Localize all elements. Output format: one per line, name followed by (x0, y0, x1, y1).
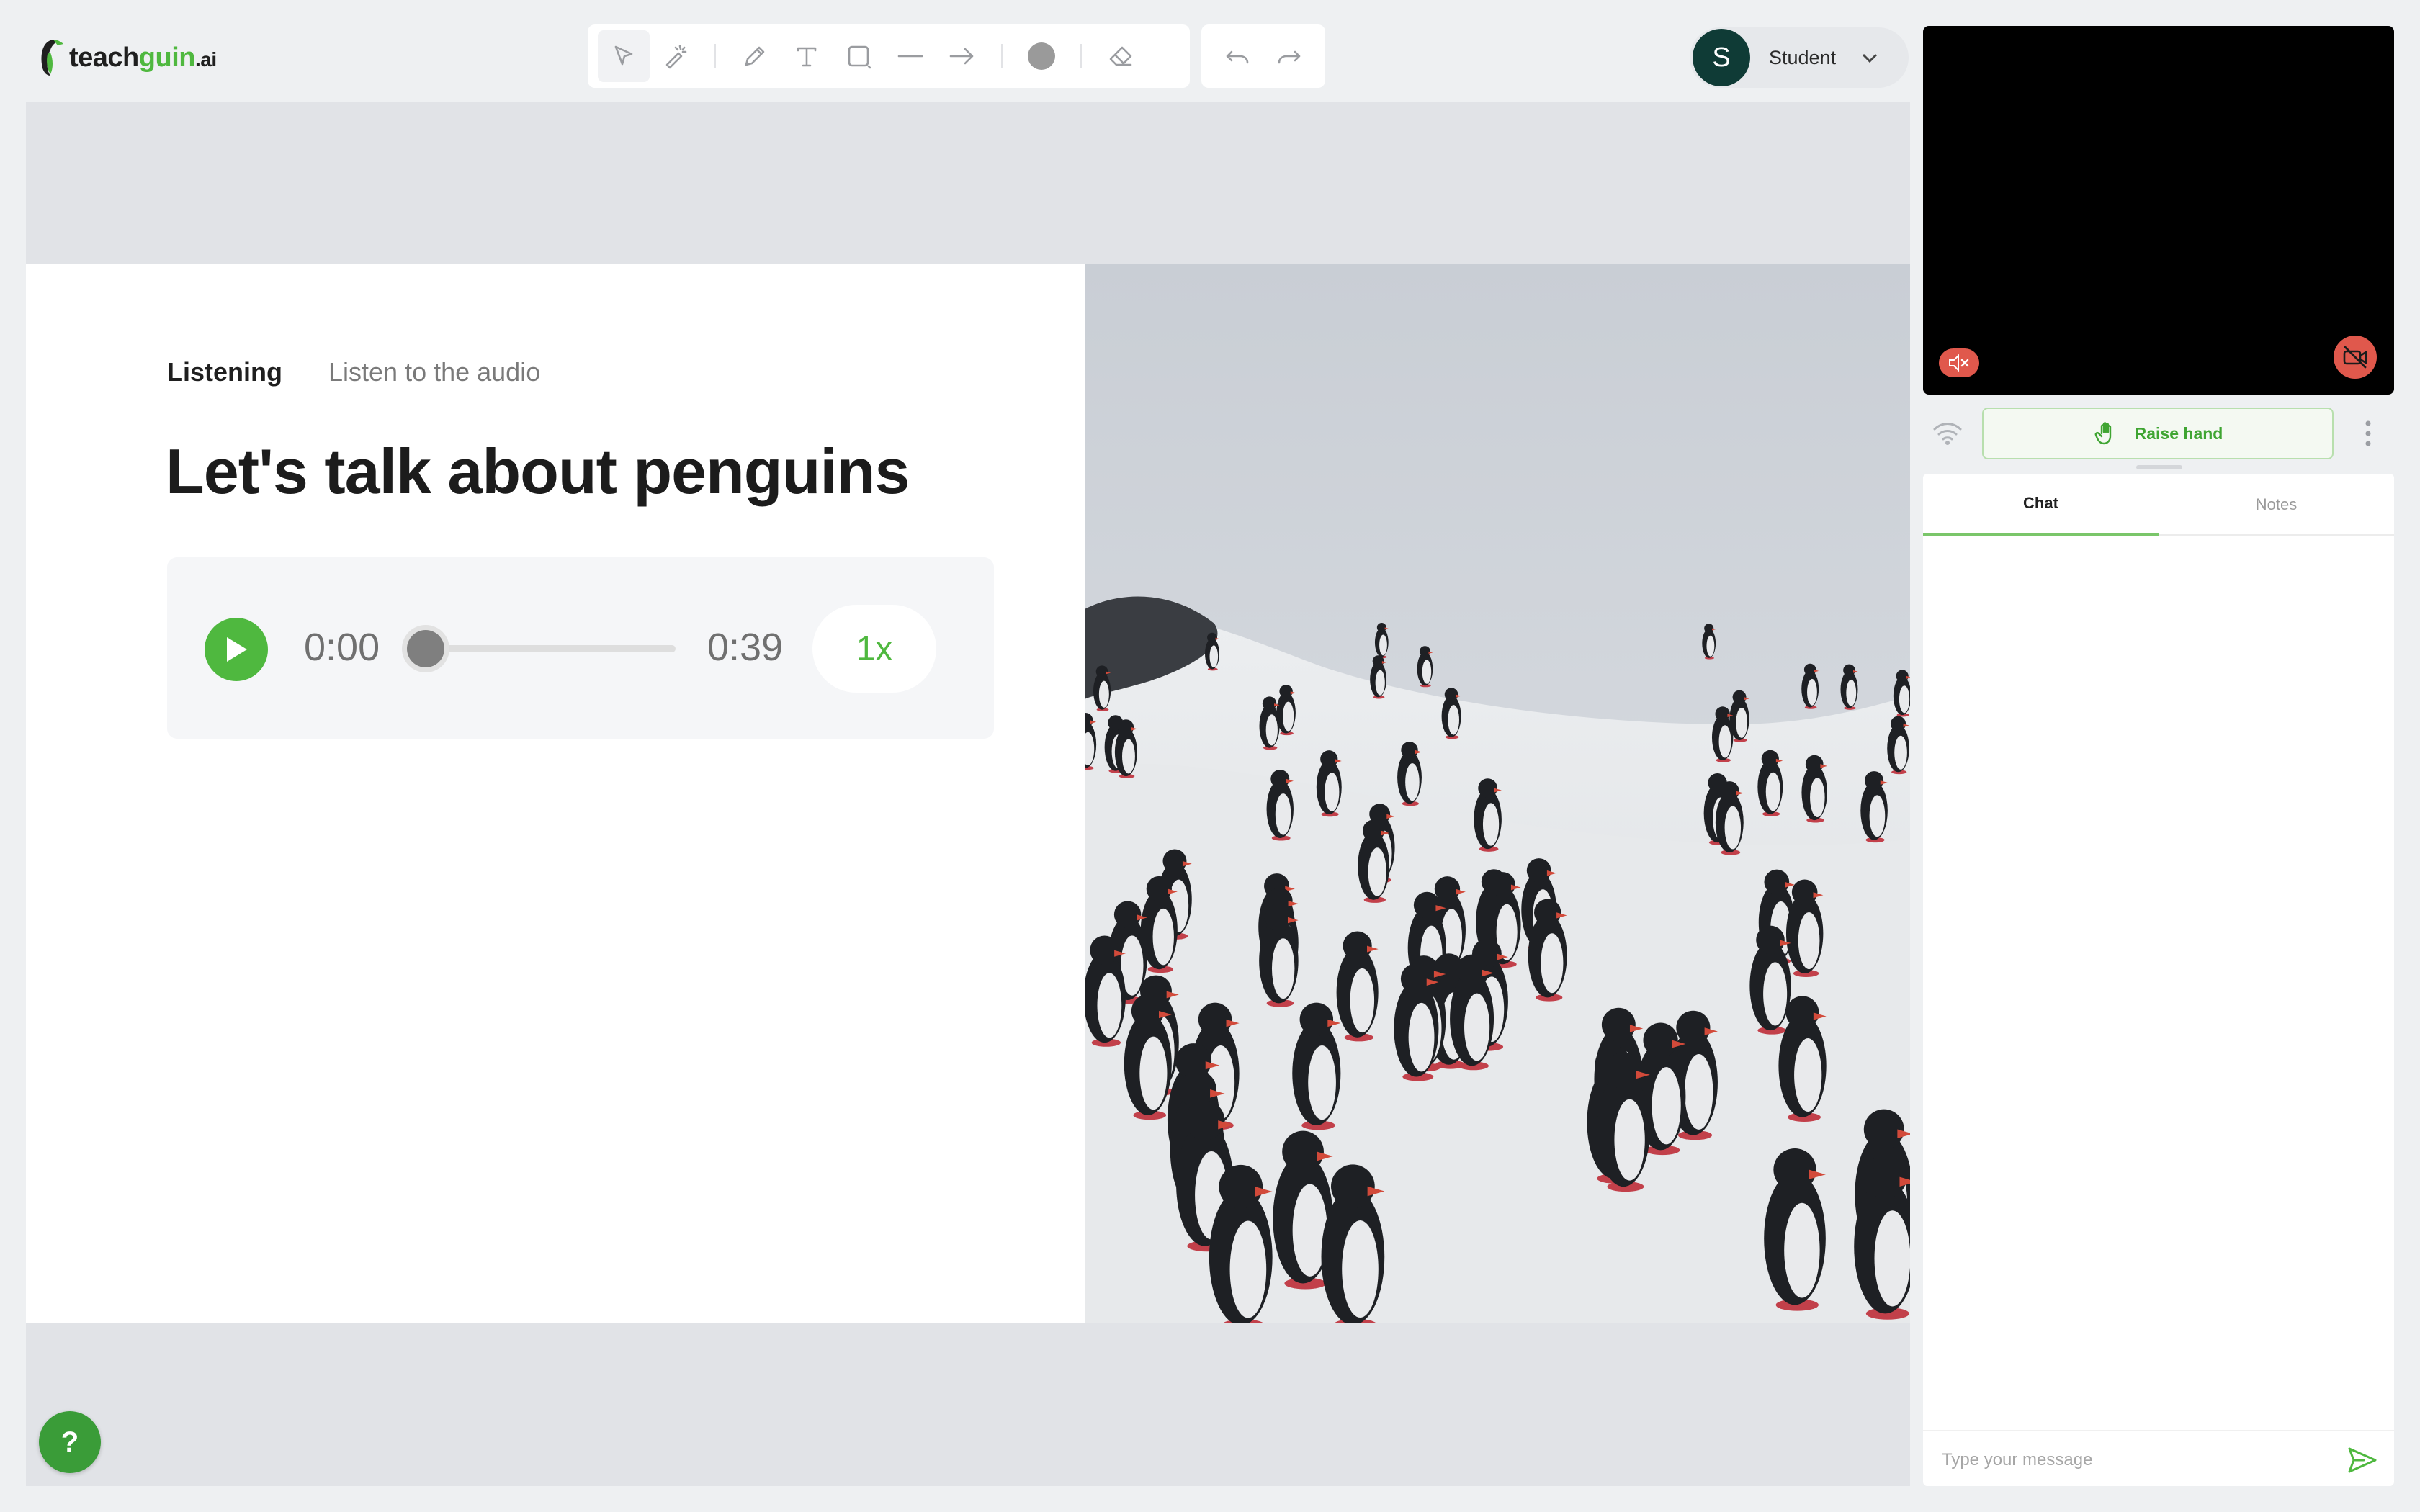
user-menu[interactable]: S Student (1690, 27, 1909, 88)
toolbar-divider (714, 44, 716, 68)
redo-icon (1278, 50, 1301, 64)
playback-speed-button[interactable]: 1x (812, 605, 936, 693)
color-picker-button[interactable] (1016, 30, 1067, 82)
pencil-icon (745, 46, 765, 66)
hand-icon (2094, 422, 2111, 445)
penguins-image (1085, 264, 1910, 1323)
chat-panel: Chat Notes (1923, 474, 2394, 1486)
tab-notes[interactable]: Notes (2159, 474, 2394, 536)
text-icon (797, 47, 817, 67)
camera-off-button[interactable] (2334, 336, 2377, 379)
lesson-slide: Listening Listen to the audio Let's talk… (26, 264, 1910, 1323)
text-tool-button[interactable] (781, 30, 833, 82)
audio-player: 0:00 0:39 1x (167, 557, 994, 739)
select-tool-button[interactable] (598, 30, 650, 82)
pen-tool-button[interactable] (729, 30, 781, 82)
history-toolbar (1201, 24, 1325, 88)
panel-tabs: Chat Notes (1923, 474, 2394, 536)
user-role-label: Student (1769, 46, 1837, 68)
activity-type-label: Listening (167, 357, 282, 387)
toolbar-divider (1080, 44, 1082, 68)
penguin-logo-icon (41, 40, 63, 76)
mic-muted-indicator[interactable] (1939, 348, 1979, 377)
panel-resize-handle[interactable] (2136, 465, 2182, 469)
slide-content: Listening Listen to the audio Let's talk… (26, 264, 1085, 1323)
raise-hand-button[interactable]: Raise hand (1982, 408, 2334, 459)
audio-total-time: 0:39 (707, 626, 784, 669)
more-vertical-icon[interactable] (2362, 419, 2374, 448)
video-tile (1923, 26, 2394, 395)
camera-off-icon (2343, 346, 2367, 369)
audio-progress-thumb[interactable] (402, 625, 449, 672)
app-logo: teachguin.ai (32, 36, 217, 79)
chevron-down-icon (1859, 47, 1881, 68)
chat-message-input[interactable] (1942, 1444, 2316, 1476)
eraser-icon (1109, 46, 1132, 66)
drawing-toolbar (588, 24, 1190, 88)
shape-tool-button[interactable] (833, 30, 884, 82)
activity-instruction: Listen to the audio (328, 357, 541, 387)
square-icon (848, 45, 871, 69)
color-dot-icon (1028, 42, 1055, 70)
arrow-tool-button[interactable] (936, 30, 988, 82)
help-button[interactable]: ? (39, 1411, 101, 1473)
play-icon (227, 637, 247, 662)
undo-icon (1226, 50, 1249, 64)
tab-chat[interactable]: Chat (1923, 474, 2159, 536)
wifi-icon (1933, 423, 1962, 445)
slide-title: Let's talk about penguins (166, 436, 910, 507)
toolbar-divider (1001, 44, 1003, 68)
magic-wand-icon (666, 45, 687, 69)
undo-button[interactable] (1211, 30, 1263, 82)
line-tool-button[interactable] (884, 30, 936, 82)
magic-tool-button[interactable] (650, 30, 702, 82)
raise-hand-label: Raise hand (2134, 423, 2223, 443)
send-icon[interactable] (2347, 1446, 2378, 1475)
cursor-arrow-icon (614, 45, 633, 66)
audio-current-time: 0:00 (304, 626, 380, 669)
redo-button[interactable] (1263, 30, 1315, 82)
play-button[interactable] (205, 618, 268, 681)
avatar: S (1693, 29, 1750, 86)
audio-progress-track[interactable] (419, 645, 676, 652)
logo-wordmark: teachguin.ai (69, 42, 217, 73)
speaker-muted-icon (1949, 354, 1969, 372)
chat-composer (1923, 1430, 2394, 1486)
arrow-right-icon (949, 48, 974, 65)
line-icon (897, 55, 923, 58)
eraser-tool-button[interactable] (1095, 30, 1147, 82)
